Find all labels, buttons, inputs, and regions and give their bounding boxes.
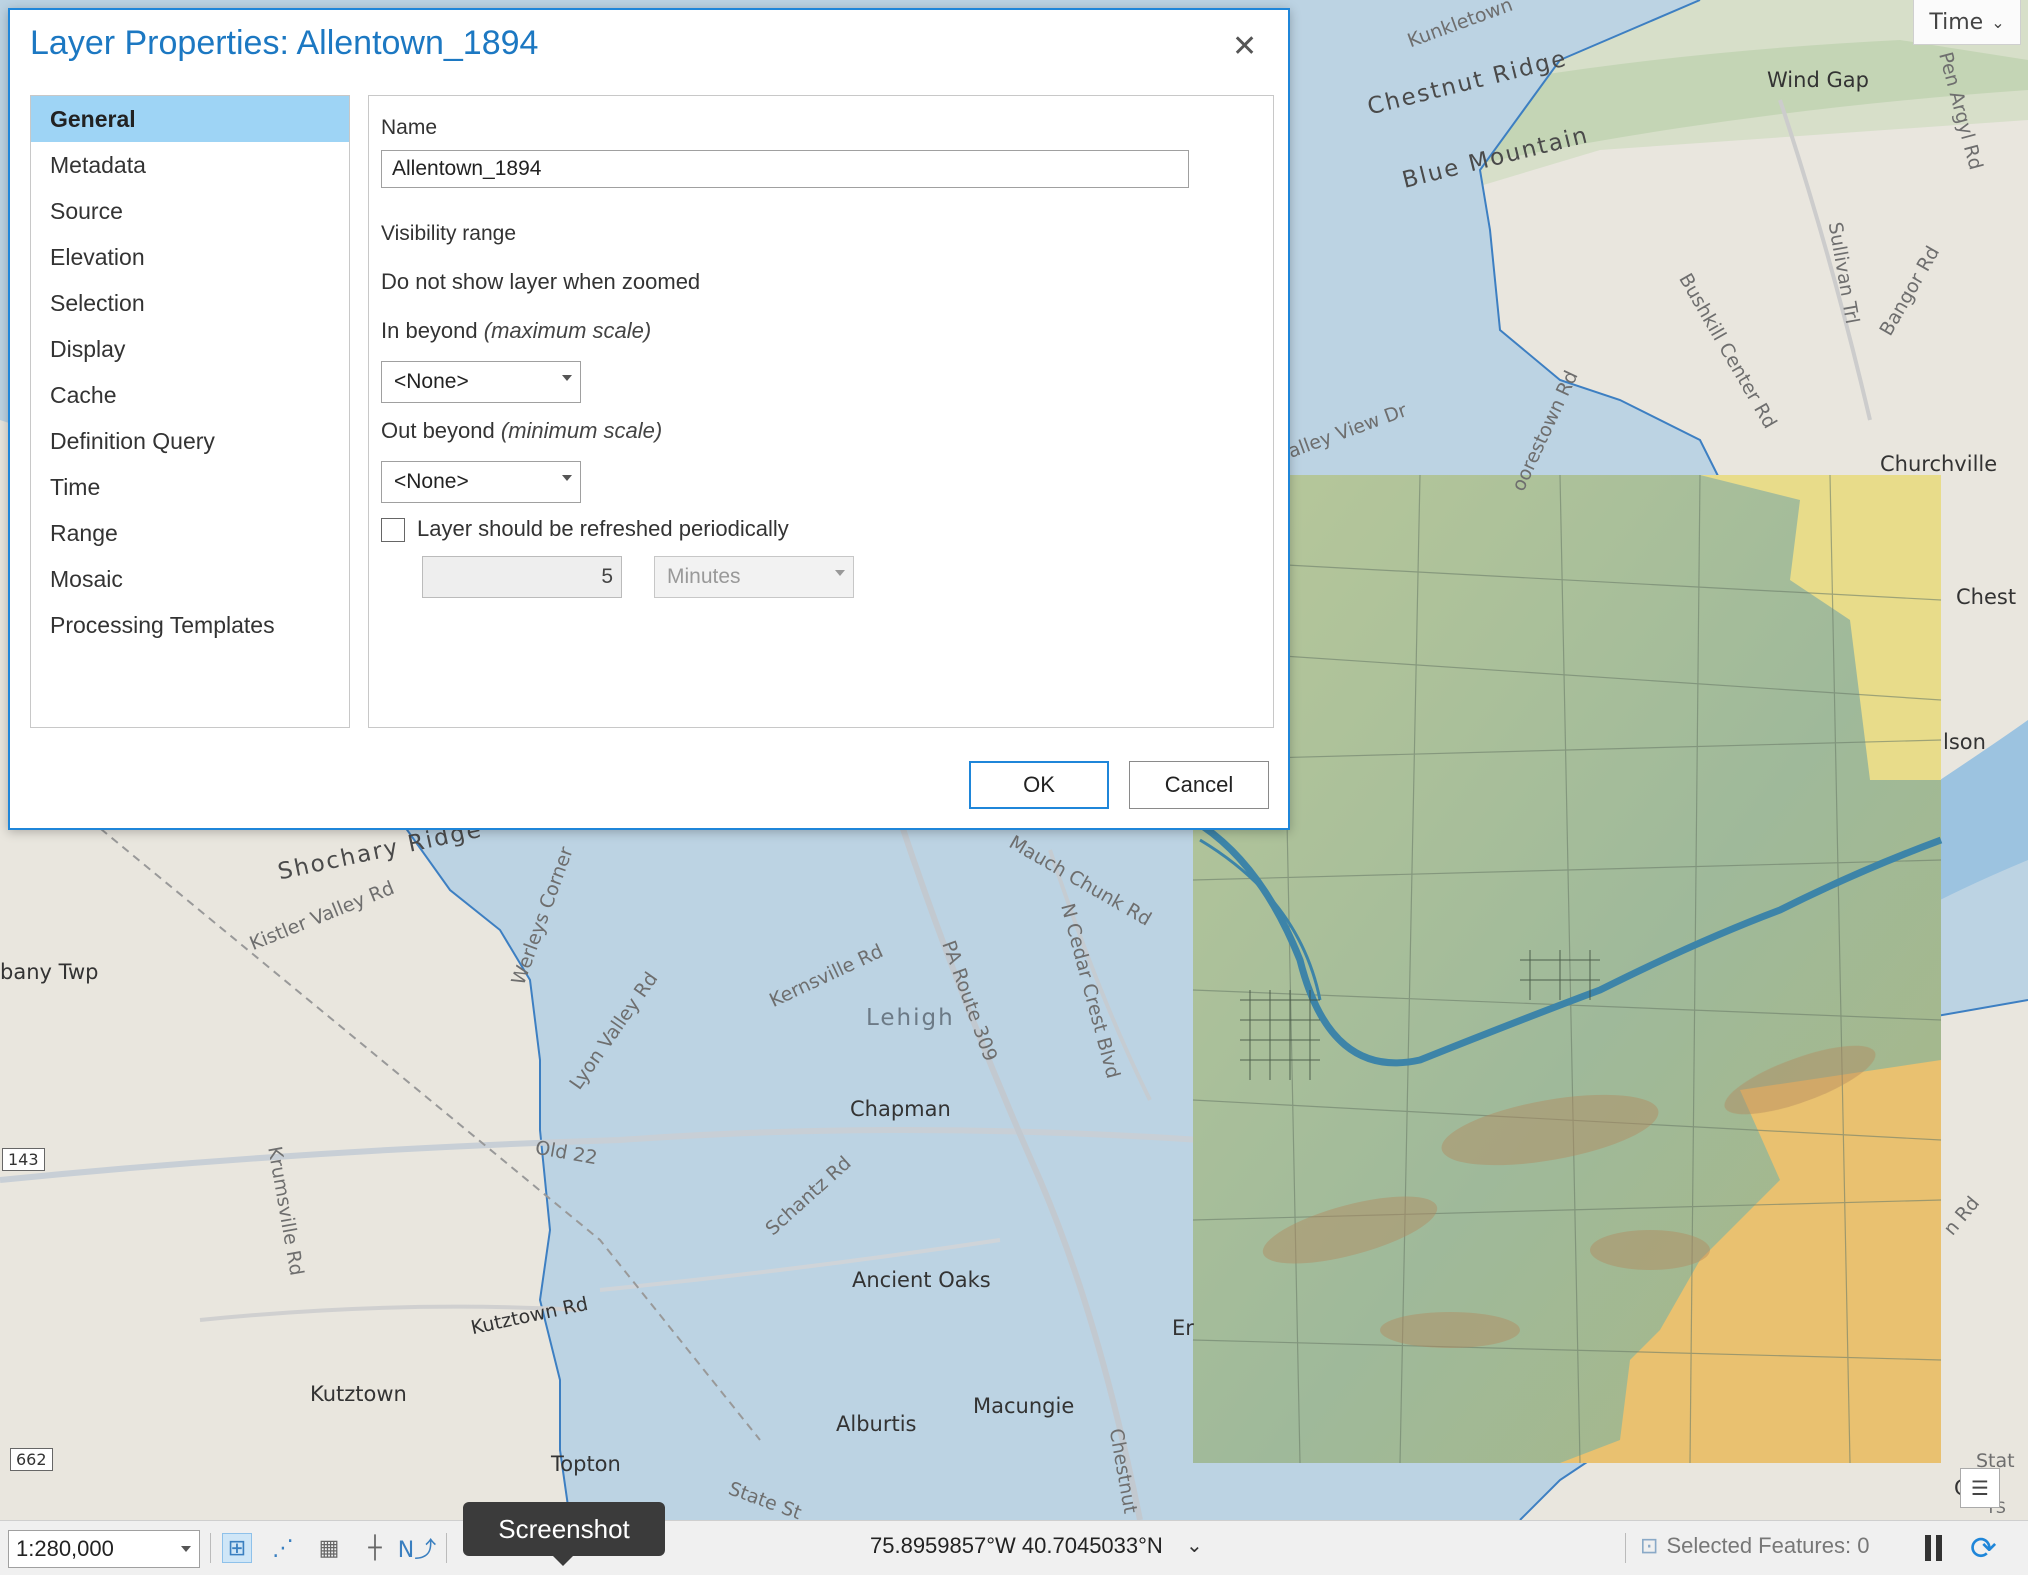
north-arrow-icon[interactable]: N⤴ xyxy=(398,1533,436,1563)
map-label: Churchville xyxy=(1880,452,1998,476)
out-beyond-hint: (minimum scale) xyxy=(500,418,663,443)
route-shield: 143 xyxy=(2,1148,45,1171)
refresh-unit-select[interactable]: Minutes xyxy=(654,556,854,598)
nav-item-range[interactable]: Range xyxy=(31,510,349,556)
in-beyond-text: In beyond xyxy=(381,318,478,343)
nav-item-selection[interactable]: Selection xyxy=(31,280,349,326)
in-beyond-label: In beyond (maximum scale) xyxy=(381,318,651,344)
map-label: Chapman xyxy=(850,1097,951,1121)
nav-item-display[interactable]: Display xyxy=(31,326,349,372)
pause-icon xyxy=(1924,1535,1931,1561)
nav-item-elevation[interactable]: Elevation xyxy=(31,234,349,280)
refresh-interval-input[interactable]: 5 xyxy=(422,556,622,598)
out-beyond-scale-select[interactable]: <None> xyxy=(381,461,581,503)
layer-properties-dialog: Layer Properties: Allentown_1894 ✕ Gener… xyxy=(8,8,1290,830)
out-beyond-text: Out beyond xyxy=(381,418,495,443)
dropdown-arrow-icon xyxy=(835,570,845,576)
toolbar-separator xyxy=(446,1533,447,1563)
toolbar-separator xyxy=(1625,1533,1626,1563)
out-beyond-value: <None> xyxy=(394,470,469,493)
nav-item-cache[interactable]: Cache xyxy=(31,372,349,418)
map-scale-select[interactable]: 1:280,000 xyxy=(8,1530,200,1568)
pause-icon xyxy=(1935,1535,1942,1561)
coordinate-readout: 75.8959857°W 40.7045033°N xyxy=(870,1533,1163,1558)
time-slider-toggle[interactable]: Time ⌄ xyxy=(1913,0,2021,45)
grid-icon[interactable]: ▦ xyxy=(314,1533,344,1563)
map-label: Kutztown xyxy=(310,1382,407,1406)
legend-icon[interactable]: ☰ xyxy=(1960,1468,2000,1508)
nav-item-source[interactable]: Source xyxy=(31,188,349,234)
map-label: Chest xyxy=(1956,585,2017,609)
selected-features-count: Selected Features: 0 xyxy=(1666,1533,1870,1558)
nav-item-time[interactable]: Time xyxy=(31,464,349,510)
toolbar-separator xyxy=(210,1533,211,1563)
dropdown-arrow-icon xyxy=(562,475,572,481)
map-label: Ancient Oaks xyxy=(852,1268,991,1292)
chevron-down-icon[interactable]: ⌄ xyxy=(1186,1533,1203,1557)
selection-icon: ⊡ xyxy=(1640,1533,1659,1558)
snapping-icon[interactable]: ⋰ xyxy=(268,1533,298,1563)
nav-item-processing-templates[interactable]: Processing Templates xyxy=(31,602,349,648)
name-label: Name xyxy=(381,116,438,139)
layer-name-input[interactable]: Allentown_1894 xyxy=(381,150,1189,188)
visibility-range-heading: Visibility range xyxy=(381,222,517,245)
pause-drawing-button[interactable] xyxy=(1920,1533,1946,1563)
selected-features-indicator[interactable]: ⊡ Selected Features: 0 xyxy=(1640,1533,1869,1559)
map-label: Topton xyxy=(551,1452,621,1476)
map-scale-value: 1:280,000 xyxy=(16,1536,114,1561)
nav-item-general[interactable]: General xyxy=(31,96,349,142)
navigation-grid-icon[interactable]: ⊞ xyxy=(222,1533,252,1563)
in-beyond-scale-select[interactable]: <None> xyxy=(381,361,581,403)
map-label: Alburtis xyxy=(836,1412,917,1436)
out-beyond-label: Out beyond (minimum scale) xyxy=(381,418,662,444)
nav-item-mosaic[interactable]: Mosaic xyxy=(31,556,349,602)
map-status-bar: 1:280,000 ⊞ ⋰ ▦ ┼ N⤴ 75.8959857°W 40.704… xyxy=(0,1520,2028,1575)
refresh-periodically-checkbox[interactable] xyxy=(381,518,405,542)
tooltip: Screenshot xyxy=(463,1502,665,1566)
refresh-unit-value: Minutes xyxy=(667,565,741,588)
chevron-down-icon: ⌄ xyxy=(1991,12,2005,32)
in-beyond-value: <None> xyxy=(394,370,469,393)
dropdown-arrow-icon xyxy=(562,375,572,381)
map-label: Wind Gap xyxy=(1767,68,1869,92)
nav-item-metadata[interactable]: Metadata xyxy=(31,142,349,188)
general-page: Name Allentown_1894 Visibility range Do … xyxy=(368,95,1274,728)
visibility-range-description: Do not show layer when zoomed xyxy=(381,269,701,294)
map-label: lson xyxy=(1943,730,1986,754)
property-page-list: General Metadata Source Elevation Select… xyxy=(30,95,350,728)
close-icon[interactable]: ✕ xyxy=(1232,32,1257,62)
in-beyond-hint: (maximum scale) xyxy=(483,318,652,343)
map-label: Lehigh xyxy=(866,1005,955,1031)
dropdown-arrow-icon xyxy=(181,1546,191,1552)
map-label: bany Twp xyxy=(0,960,99,984)
ok-button[interactable]: OK xyxy=(969,761,1109,809)
map-label: Er xyxy=(1172,1316,1194,1340)
route-shield: 662 xyxy=(10,1448,53,1471)
map-label: Macungie xyxy=(973,1394,1075,1418)
refresh-icon[interactable]: ⟳ xyxy=(1970,1529,1997,1567)
dialog-title: Layer Properties: Allentown_1894 xyxy=(30,24,539,62)
cancel-button[interactable]: Cancel xyxy=(1129,761,1269,809)
refresh-periodically-label[interactable]: Layer should be refreshed periodically xyxy=(417,516,789,542)
nav-item-definition-query[interactable]: Definition Query xyxy=(31,418,349,464)
constraints-icon[interactable]: ┼ xyxy=(360,1533,390,1563)
time-label: Time xyxy=(1929,9,1984,35)
